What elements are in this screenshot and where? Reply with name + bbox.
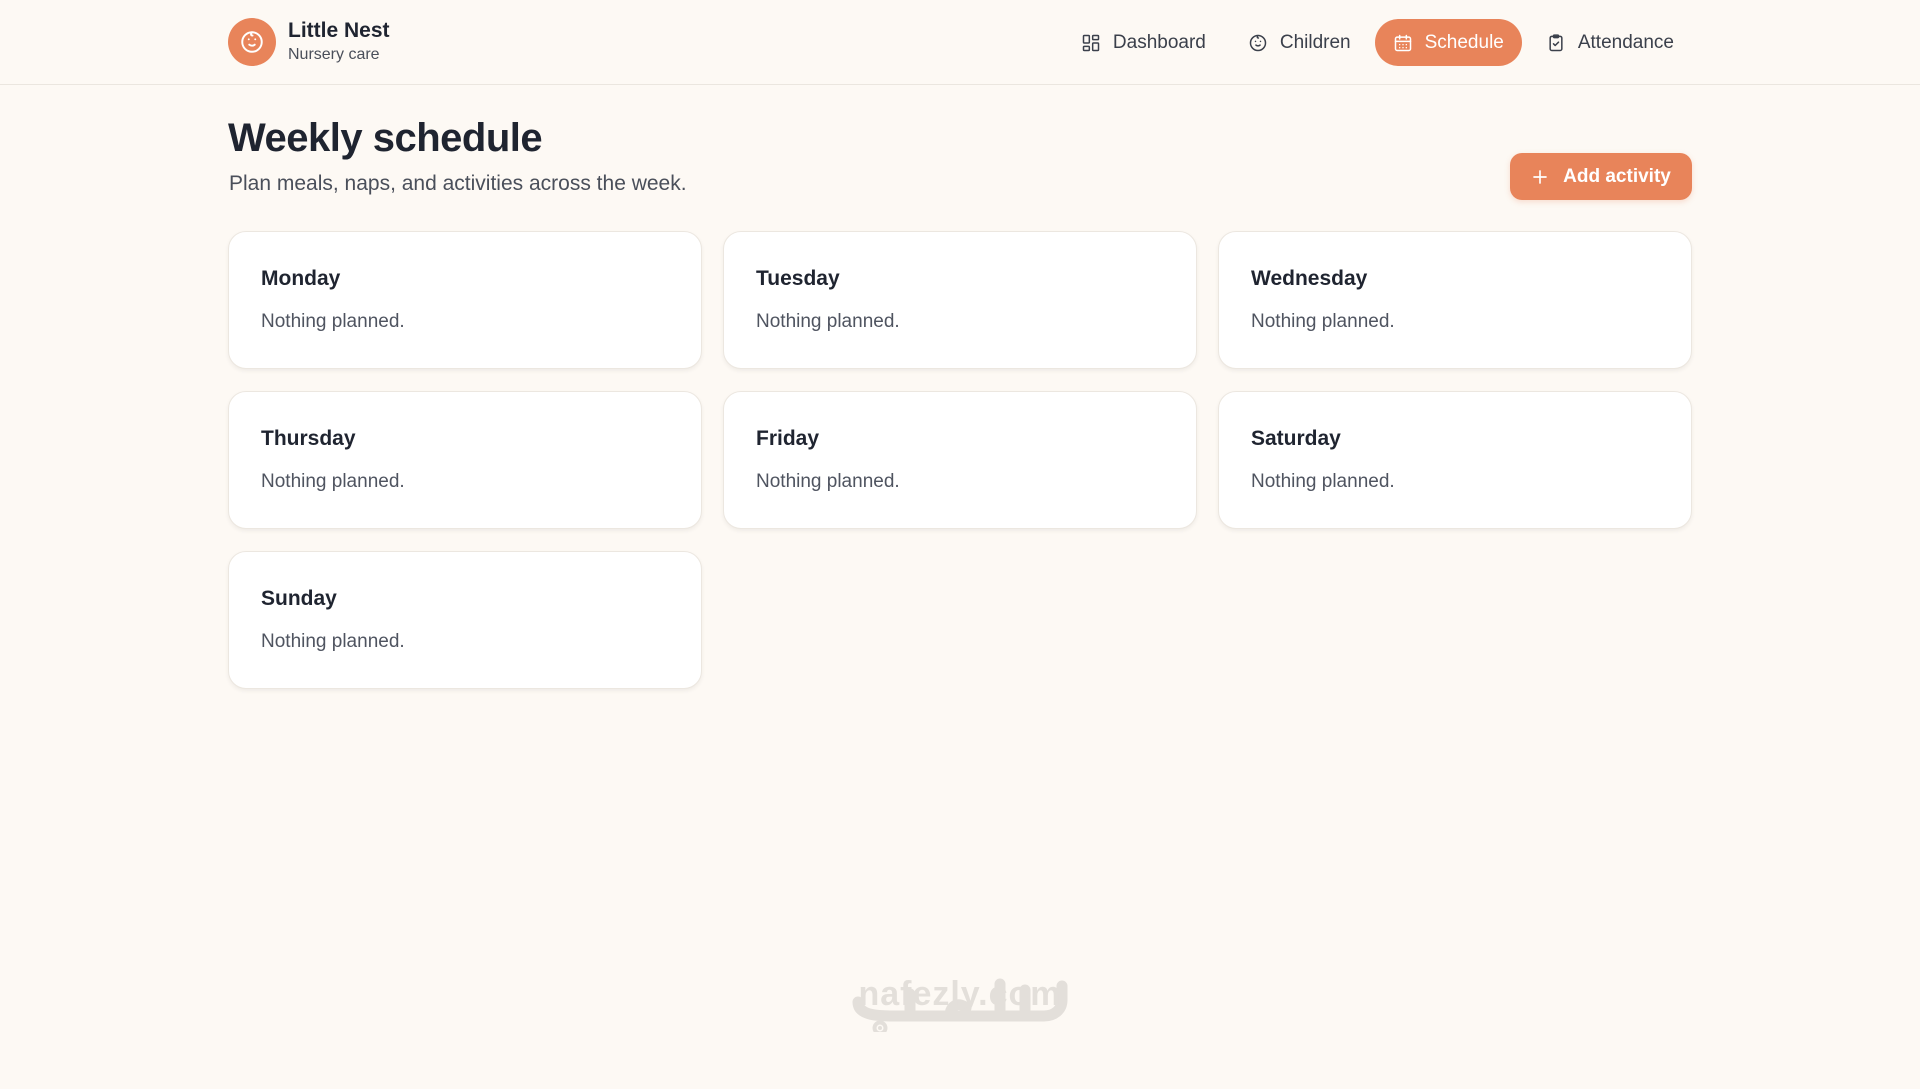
day-name: Monday xyxy=(261,267,341,290)
top-bar: Little Nest Nursery care Dashboard Child… xyxy=(0,0,1920,85)
day-status: Nothing planned. xyxy=(261,471,405,492)
clipboard-check-icon xyxy=(1549,33,1563,51)
day-status: Nothing planned. xyxy=(1251,311,1395,332)
plus-icon xyxy=(1533,169,1547,184)
nav-item-attendance[interactable]: Attendance xyxy=(1528,19,1692,66)
day-name: Sunday xyxy=(261,587,337,610)
day-status: Nothing planned. xyxy=(1251,471,1395,492)
day-name: Saturday xyxy=(1251,427,1341,450)
brand-name: Little Nest xyxy=(288,19,390,42)
add-activity-label: Add activity xyxy=(1563,165,1671,187)
day-card-thursday[interactable]: Thursday Nothing planned. xyxy=(228,391,702,529)
brand-subtitle: Nursery care xyxy=(288,46,380,63)
day-card-sunday[interactable]: Sunday Nothing planned. xyxy=(228,551,702,689)
nav-item-label: Attendance xyxy=(1577,31,1674,53)
day-status: Nothing planned. xyxy=(261,311,405,332)
day-name: Wednesday xyxy=(1251,267,1368,290)
grid-icon xyxy=(1082,34,1100,51)
brand[interactable]: Little Nest Nursery care xyxy=(228,18,390,66)
nav-item-children[interactable]: Children xyxy=(1230,19,1369,66)
nav-item-label: Dashboard xyxy=(1112,31,1206,53)
day-status: Nothing planned. xyxy=(756,471,900,492)
page-title: Weekly schedule xyxy=(228,116,543,160)
day-card-tuesday[interactable]: Tuesday Nothing planned. xyxy=(723,231,1197,369)
day-card-monday[interactable]: Monday Nothing planned. xyxy=(228,231,702,369)
nav-item-schedule[interactable]: Schedule xyxy=(1374,19,1522,66)
day-name: Thursday xyxy=(261,427,356,450)
nav-item-label: Children xyxy=(1279,31,1351,53)
baby-face-icon xyxy=(1249,34,1267,51)
day-name: Friday xyxy=(756,427,820,450)
watermark-text: nafezly.com xyxy=(858,975,1062,1013)
day-status: Nothing planned. xyxy=(756,311,900,332)
day-card-friday[interactable]: Friday Nothing planned. xyxy=(723,391,1197,529)
baby-face-icon xyxy=(228,18,276,66)
day-card-saturday[interactable]: Saturday Nothing planned. xyxy=(1218,391,1692,529)
day-card-wednesday[interactable]: Wednesday Nothing planned. xyxy=(1218,231,1692,369)
add-activity-button[interactable]: Add activity xyxy=(1510,153,1692,200)
nav-item-label: Schedule xyxy=(1424,31,1504,53)
calendar-icon xyxy=(1394,34,1411,51)
main-nav: Dashboard Children Schedule Attendance xyxy=(1063,19,1692,66)
page-subtitle: Plan meals, naps, and activities across … xyxy=(229,172,687,195)
day-status: Nothing planned. xyxy=(261,631,405,652)
day-name: Tuesday xyxy=(756,267,840,290)
week-grid: Monday Nothing planned. Tuesday Nothing … xyxy=(228,231,1692,689)
nav-item-dashboard[interactable]: Dashboard xyxy=(1063,19,1224,66)
